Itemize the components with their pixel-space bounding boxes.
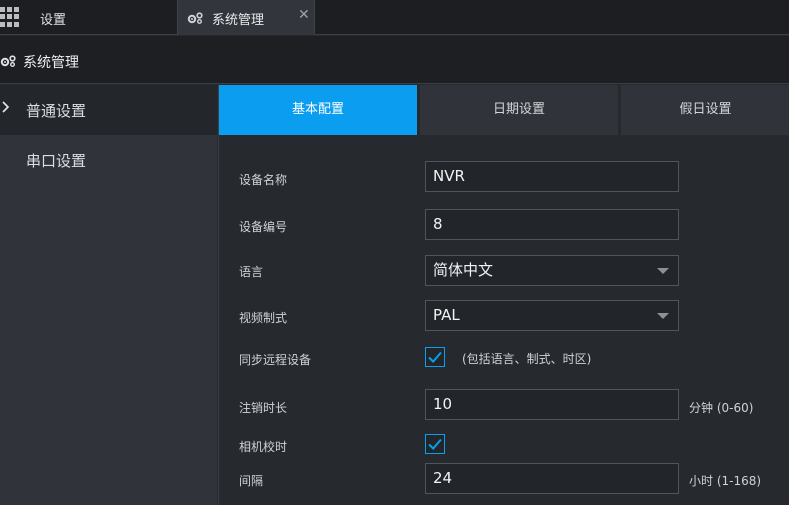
tab-label: 系统管理 — [212, 13, 265, 28]
device-name-input[interactable]: NVR — [425, 161, 679, 192]
sync-remote-checkbox[interactable] — [425, 347, 445, 367]
check-icon — [428, 438, 442, 450]
video-standard-label: 视频制式 — [239, 311, 288, 325]
apps-grid-icon[interactable] — [0, 7, 20, 27]
interval-unit: 小时 (1-168) — [689, 474, 762, 488]
tab-date-settings[interactable]: 日期设置 — [420, 85, 618, 135]
interval-input[interactable]: 24 — [425, 463, 679, 494]
camera-time-sync-label: 相机校时 — [239, 440, 288, 454]
language-select[interactable]: 简体中文 — [425, 255, 679, 286]
gears-icon — [0, 53, 18, 72]
tab-system-management[interactable]: 系统管理 ✕ — [177, 0, 315, 35]
interval-label: 间隔 — [239, 474, 264, 488]
page-title: 系统管理 — [23, 55, 79, 71]
sidebar: 普通设置 串口设置 — [0, 85, 217, 505]
dropdown-arrow-icon — [657, 313, 669, 319]
device-number-label: 设备编号 — [239, 220, 288, 234]
logout-time-unit: 分钟 (0-60) — [689, 401, 754, 415]
video-standard-select-value: PAL — [433, 306, 460, 324]
sidebar-item-label: 串口设置 — [26, 152, 87, 170]
sidebar-item-label: 普通设置 — [26, 102, 87, 120]
camera-time-sync-checkbox[interactable] — [425, 434, 445, 454]
device-name-label: 设备名称 — [239, 173, 288, 187]
sidebar-item-serial-settings[interactable]: 串口设置 — [0, 135, 217, 185]
check-icon — [428, 351, 442, 363]
settings-tabs: 基本配置 日期设置 假日设置 — [219, 85, 789, 135]
logout-time-input[interactable]: 10 — [425, 389, 679, 420]
top-settings-tab[interactable]: 设置 — [40, 9, 66, 28]
sync-remote-label: 同步远程设备 — [239, 353, 312, 367]
dropdown-arrow-icon — [657, 268, 669, 274]
sidebar-item-general-settings[interactable]: 普通设置 — [0, 85, 217, 135]
logout-time-label: 注销时长 — [239, 401, 288, 415]
main-panel: 基本配置 日期设置 假日设置 设备名称 NVR 设备编号 8 语言 简体中文 视… — [218, 85, 789, 505]
sync-remote-hint: (包括语言、制式、时区) — [462, 352, 592, 366]
top-tab-bar: 设置 系统管理 ✕ — [0, 0, 789, 35]
tab-holiday-settings[interactable]: 假日设置 — [621, 85, 789, 135]
language-label: 语言 — [239, 265, 264, 279]
page-header: 系统管理 — [0, 36, 789, 84]
language-select-value: 简体中文 — [433, 261, 494, 279]
gears-icon — [187, 10, 205, 29]
device-number-input[interactable]: 8 — [425, 209, 679, 240]
close-icon[interactable]: ✕ — [298, 7, 310, 23]
chevron-right-icon — [2, 100, 10, 118]
video-standard-select[interactable]: PAL — [425, 300, 679, 331]
tab-basic-config[interactable]: 基本配置 — [219, 85, 417, 135]
